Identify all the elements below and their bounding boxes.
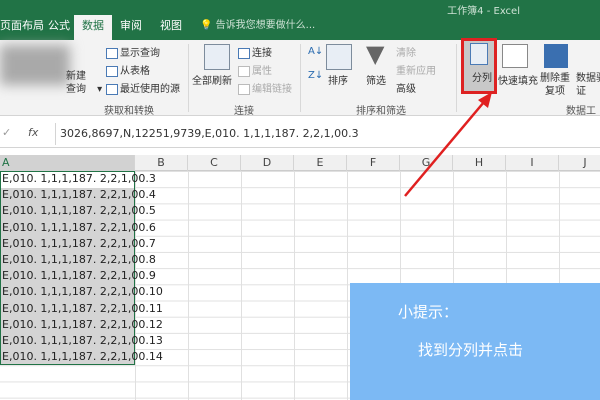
red-arrow-annotation [404,92,492,197]
